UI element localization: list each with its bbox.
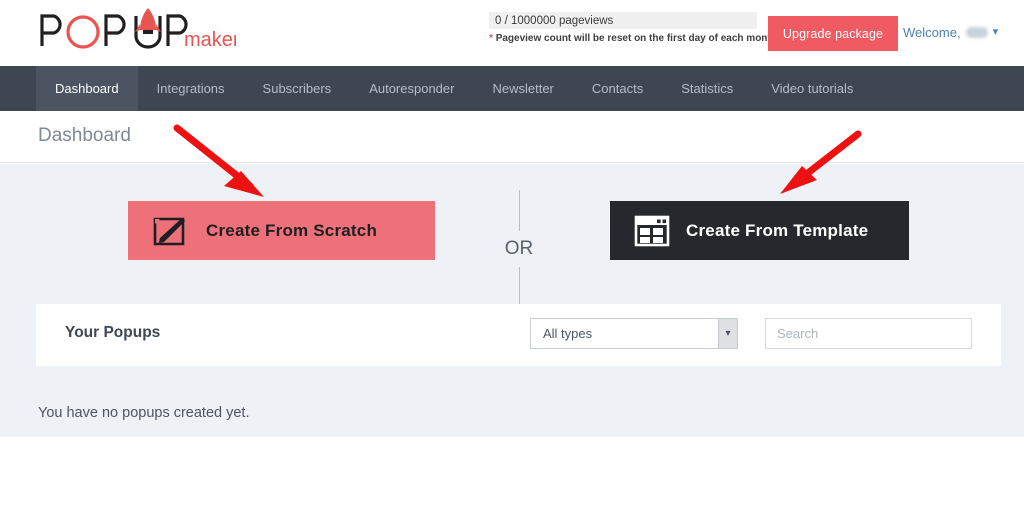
or-divider: OR	[488, 190, 550, 308]
pencil-square-icon	[142, 211, 198, 251]
page-title-bar: Dashboard	[0, 111, 1024, 163]
page-title: Dashboard	[38, 125, 131, 146]
template-grid-icon	[624, 211, 680, 251]
divider-line-top	[518, 190, 520, 231]
top-header: maker 0 / 1000000 pageviews * Pageview c…	[0, 0, 1024, 66]
your-popups-card: Your Popups All types ▾	[36, 304, 1001, 366]
search-input[interactable]	[765, 318, 972, 349]
dashboard-page: maker 0 / 1000000 pageviews * Pageview c…	[0, 0, 1024, 510]
pageview-quota: 0 / 1000000 pageviews * Pageview count w…	[489, 12, 780, 44]
asterisk-icon: *	[489, 33, 493, 44]
nav-item-video-tutorials[interactable]: Video tutorials	[752, 66, 872, 111]
or-label: OR	[504, 238, 534, 259]
pageview-counter: 0 / 1000000 pageviews	[489, 12, 757, 29]
nav-item-autoresponder[interactable]: Autoresponder	[350, 66, 473, 111]
upgrade-package-button[interactable]: Upgrade package	[768, 16, 898, 51]
avatar	[965, 27, 988, 38]
create-from-scratch-label: Create From Scratch	[206, 220, 378, 240]
chevron-down-icon: ▾	[992, 26, 999, 38]
main-navigation: Dashboard Integrations Subscribers Autor…	[0, 66, 1024, 111]
create-actions-row: Create From Scratch OR Create From Templ…	[0, 190, 1024, 308]
nav-item-dashboard[interactable]: Dashboard	[36, 66, 138, 111]
nav-item-statistics[interactable]: Statistics	[662, 66, 752, 111]
pageview-note: * Pageview count will be reset on the fi…	[489, 33, 780, 44]
popupmaker-logo[interactable]: maker	[36, 6, 240, 58]
divider-line-bottom	[518, 267, 520, 308]
nav-item-subscribers[interactable]: Subscribers	[244, 66, 351, 111]
dashboard-content: Create From Scratch OR Create From Templ…	[0, 164, 1024, 437]
nav-item-newsletter[interactable]: Newsletter	[473, 66, 572, 111]
nav-item-contacts[interactable]: Contacts	[573, 66, 662, 111]
popup-type-filter[interactable]: All types ▾	[530, 318, 738, 349]
your-popups-title: Your Popups	[65, 324, 161, 341]
empty-state-message: You have no popups created yet.	[38, 405, 250, 421]
chevron-down-icon: ▾	[718, 319, 737, 348]
create-from-scratch-button[interactable]: Create From Scratch	[128, 201, 435, 260]
create-from-template-label: Create From Template	[686, 220, 869, 240]
popup-type-selected-value: All types	[543, 326, 593, 341]
pageview-note-text: Pageview count will be reset on the firs…	[495, 33, 780, 44]
nav-item-integrations[interactable]: Integrations	[138, 66, 244, 111]
svg-text:maker: maker	[184, 29, 236, 51]
welcome-label: Welcome,	[903, 25, 961, 40]
user-menu[interactable]: Welcome, ▾	[903, 25, 998, 40]
create-from-template-button[interactable]: Create From Template	[610, 201, 909, 260]
